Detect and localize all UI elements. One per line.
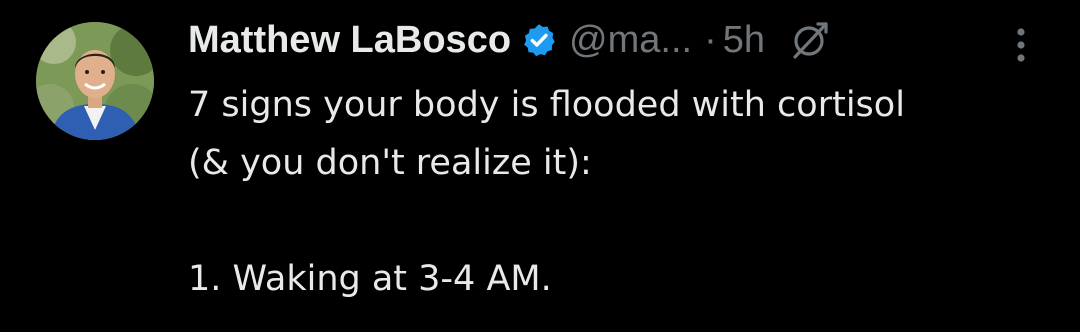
profile-photo-avatar — [36, 22, 154, 140]
verified-badge-icon[interactable] — [521, 22, 557, 58]
author-display-name[interactable]: Matthew LaBosco — [188, 19, 511, 62]
more-vertical-icon[interactable] — [1006, 22, 1036, 66]
tweet-text-line: (& you don't realize it): — [188, 143, 592, 183]
tweet-text-line: 1. Waking at 3-4 AM. — [188, 259, 552, 299]
author-handle[interactable]: @ma... — [569, 19, 692, 62]
meta-separator: · — [704, 18, 717, 61]
grok-icon[interactable] — [789, 19, 831, 61]
tweet-text-line: 7 signs your body is flooded with cortis… — [188, 85, 905, 125]
tweet-card[interactable]: Matthew LaBosco @ma... · 5h 7 signs your… — [0, 0, 1080, 332]
tweet-header: Matthew LaBosco @ma... · 5h — [188, 14, 831, 66]
author-avatar[interactable] — [36, 22, 154, 140]
tweet-text: 7 signs your body is flooded with cortis… — [188, 76, 1058, 308]
tweet-timestamp[interactable]: 5h — [723, 19, 765, 62]
